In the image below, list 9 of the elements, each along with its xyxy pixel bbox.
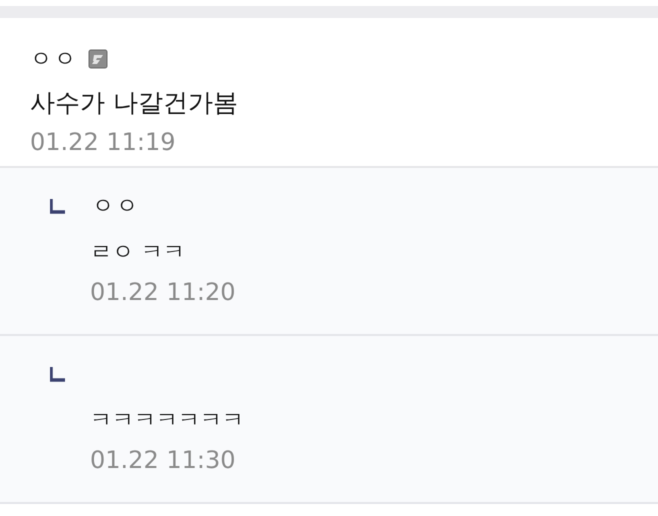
- reply-time: 01.22 11:20: [90, 277, 236, 308]
- comment-time: 01.22 11:19: [30, 127, 176, 158]
- reply-author: ㅇㅇ: [92, 193, 140, 221]
- reply-text: ㄹㅇ ㅋㅋ: [90, 239, 186, 267]
- reply-time: 01.22 11:30: [90, 445, 236, 476]
- comment-author: ㅇㅇ: [30, 46, 78, 74]
- comment-text: 사수가 나갈건가봄: [30, 87, 239, 119]
- reply-text: ㅋㅋㅋㅋㅋㅋㅋ: [90, 407, 245, 435]
- user-badge-icon: [88, 49, 108, 69]
